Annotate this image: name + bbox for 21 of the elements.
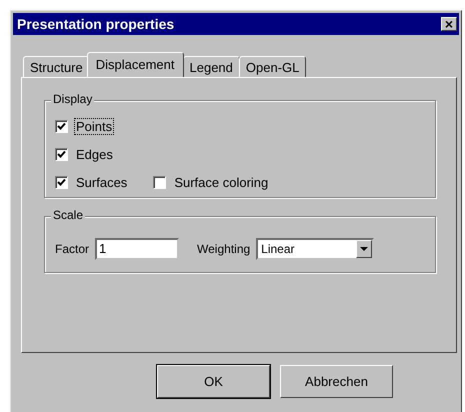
tab[interactable]: Displacement <box>86 52 184 77</box>
group-title: Scale <box>51 208 86 222</box>
caret-icon <box>360 246 368 250</box>
checkbox[interactable]: Surface coloring <box>153 171 270 193</box>
weighting-dropdown[interactable]: Linear <box>256 238 374 260</box>
tab[interactable]: Structure <box>23 56 90 77</box>
window-title: Presentation properties <box>17 16 174 32</box>
weighting-label: Weighting <box>197 242 250 256</box>
tab[interactable]: Legend <box>182 56 240 77</box>
checkbox[interactable]: Surfaces <box>55 171 130 193</box>
checkmark-icon <box>57 150 66 158</box>
close-button[interactable]: × <box>441 17 457 31</box>
checkmark-icon <box>57 122 66 130</box>
factor-field[interactable]: 1 <box>95 238 180 260</box>
dialog-button[interactable]: OK <box>157 365 270 398</box>
tab[interactable]: Open-GL <box>238 56 306 77</box>
checkbox[interactable]: Edges <box>55 143 115 165</box>
dialog-button[interactable]: Abbrechen <box>280 365 393 398</box>
checkmark-icon <box>57 178 66 186</box>
factor-label: Factor <box>55 242 90 256</box>
group-title: Display <box>51 92 94 106</box>
